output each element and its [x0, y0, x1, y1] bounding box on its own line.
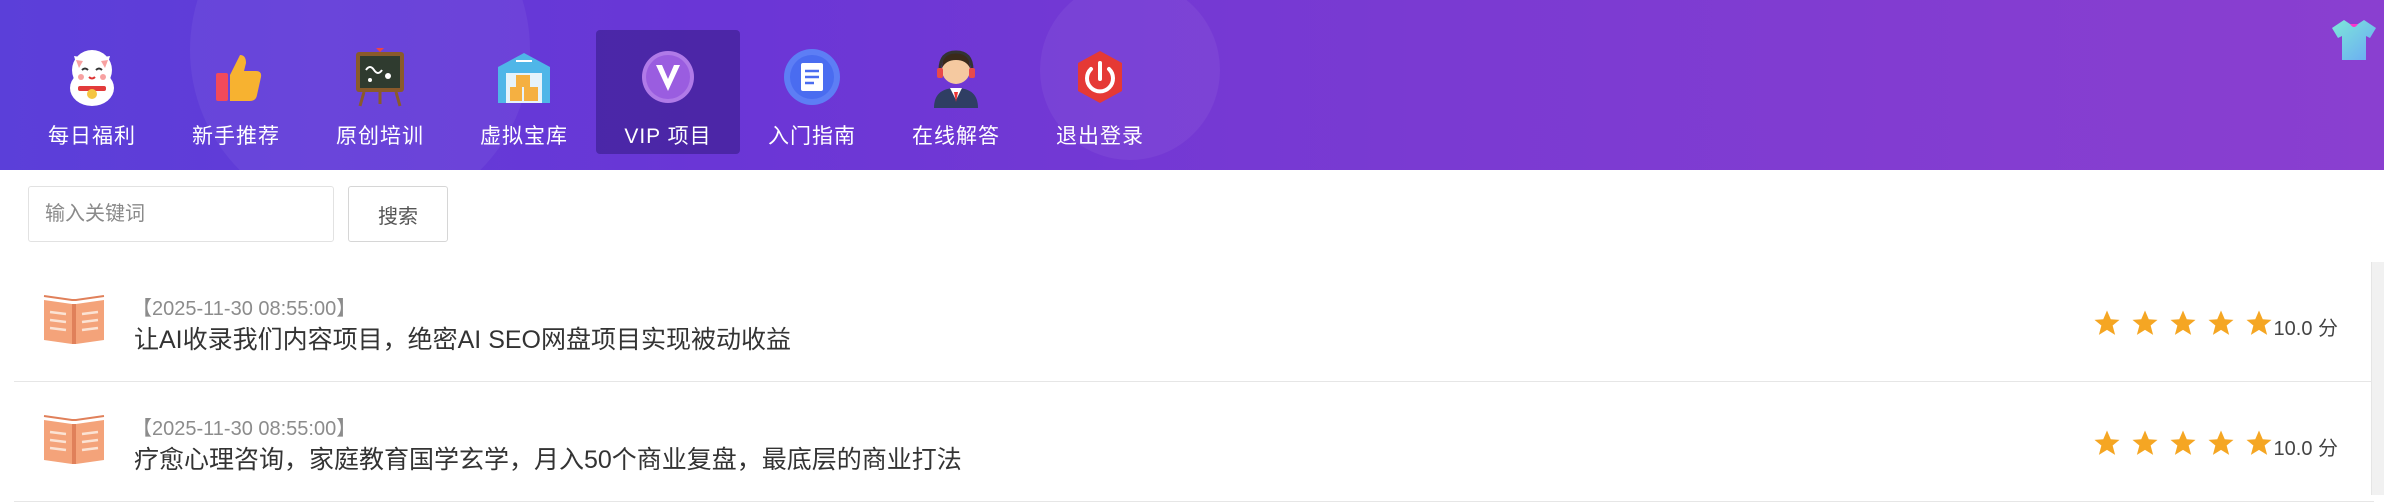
- star-icon: [2094, 430, 2120, 455]
- chalkboard-icon: [347, 44, 413, 110]
- star-icon: [2094, 310, 2120, 335]
- nav-item-label: 每日福利: [48, 125, 136, 148]
- main-nav: 每日福利 新手推荐 原创培训 虚拟宝库 VIP 项目 入门指南 在线解答 退出登…: [20, 30, 1172, 154]
- star-icon: [2132, 430, 2158, 455]
- document-icon: [779, 44, 845, 110]
- star-icon: [2208, 430, 2234, 455]
- tshirt-icon[interactable]: [2330, 16, 2378, 64]
- star-icon: [2132, 310, 2158, 335]
- nav-item-online-answers[interactable]: 在线解答: [884, 30, 1028, 154]
- page-scrollbar[interactable]: [2371, 262, 2384, 495]
- item-date: 【2025-11-30 08:55:00】: [132, 418, 357, 440]
- nav-item-label: 在线解答: [912, 125, 1000, 148]
- rating-stars: [2092, 428, 2274, 458]
- star-icon: [2246, 310, 2272, 335]
- star-icon: [2170, 430, 2196, 455]
- nav-item-daily-welfare[interactable]: 每日福利: [20, 30, 164, 154]
- nav-item-label: 入门指南: [768, 125, 856, 148]
- nav-item-label: 虚拟宝库: [480, 125, 568, 148]
- warehouse-icon: [491, 44, 557, 110]
- item-date: 【2025-11-30 08:55:00】: [132, 298, 357, 320]
- nav-item-virtual-vault[interactable]: 虚拟宝库: [452, 30, 596, 154]
- nav-item-label: 退出登录: [1056, 125, 1144, 148]
- search-input[interactable]: [28, 186, 334, 242]
- nav-item-original-training[interactable]: 原创培训: [308, 30, 452, 154]
- item-score: 10.0 分: [2273, 318, 2338, 340]
- open-book-icon: [42, 292, 106, 348]
- nav-item-beginner-guide[interactable]: 入门指南: [740, 30, 884, 154]
- star-icon: [2208, 310, 2234, 335]
- list-item: 【2025-11-30 08:55:00】 让AI收录我们内容项目，绝密AI S…: [14, 262, 2374, 382]
- list-item: 【2025-11-30 08:55:00】 疗愈心理咨询，家庭教育国学玄学，月入…: [14, 382, 2374, 502]
- lucky-cat-icon: [59, 44, 125, 110]
- star-icon: [2246, 430, 2272, 455]
- open-book-icon: [42, 412, 106, 468]
- nav-item-newbie-recommend[interactable]: 新手推荐: [164, 30, 308, 154]
- search-button[interactable]: 搜索: [348, 186, 448, 242]
- power-icon: [1067, 44, 1133, 110]
- support-agent-icon: [923, 44, 989, 110]
- nav-item-vip-projects[interactable]: VIP 项目: [596, 30, 740, 154]
- vip-icon: [635, 44, 701, 110]
- nav-item-logout[interactable]: 退出登录: [1028, 30, 1172, 154]
- item-title-link[interactable]: 疗愈心理咨询，家庭教育国学玄学，月入50个商业复盘，最底层的商业打法: [134, 440, 962, 476]
- nav-item-label: 新手推荐: [192, 125, 280, 148]
- star-icon: [2170, 310, 2196, 335]
- item-title-link[interactable]: 让AI收录我们内容项目，绝密AI SEO网盘项目实现被动收益: [134, 320, 791, 356]
- rating-stars: [2092, 308, 2274, 338]
- nav-item-label: VIP 项目: [624, 125, 712, 148]
- item-score: 10.0 分: [2273, 438, 2338, 460]
- top-navigation-bar: 每日福利 新手推荐 原创培训 虚拟宝库 VIP 项目 入门指南 在线解答 退出登…: [0, 0, 2384, 170]
- search-bar: 搜索: [28, 186, 448, 242]
- nav-item-label: 原创培训: [336, 125, 424, 148]
- thumbs-up-icon: [203, 44, 269, 110]
- article-list: 【2025-11-30 08:55:00】 让AI收录我们内容项目，绝密AI S…: [14, 262, 2374, 502]
